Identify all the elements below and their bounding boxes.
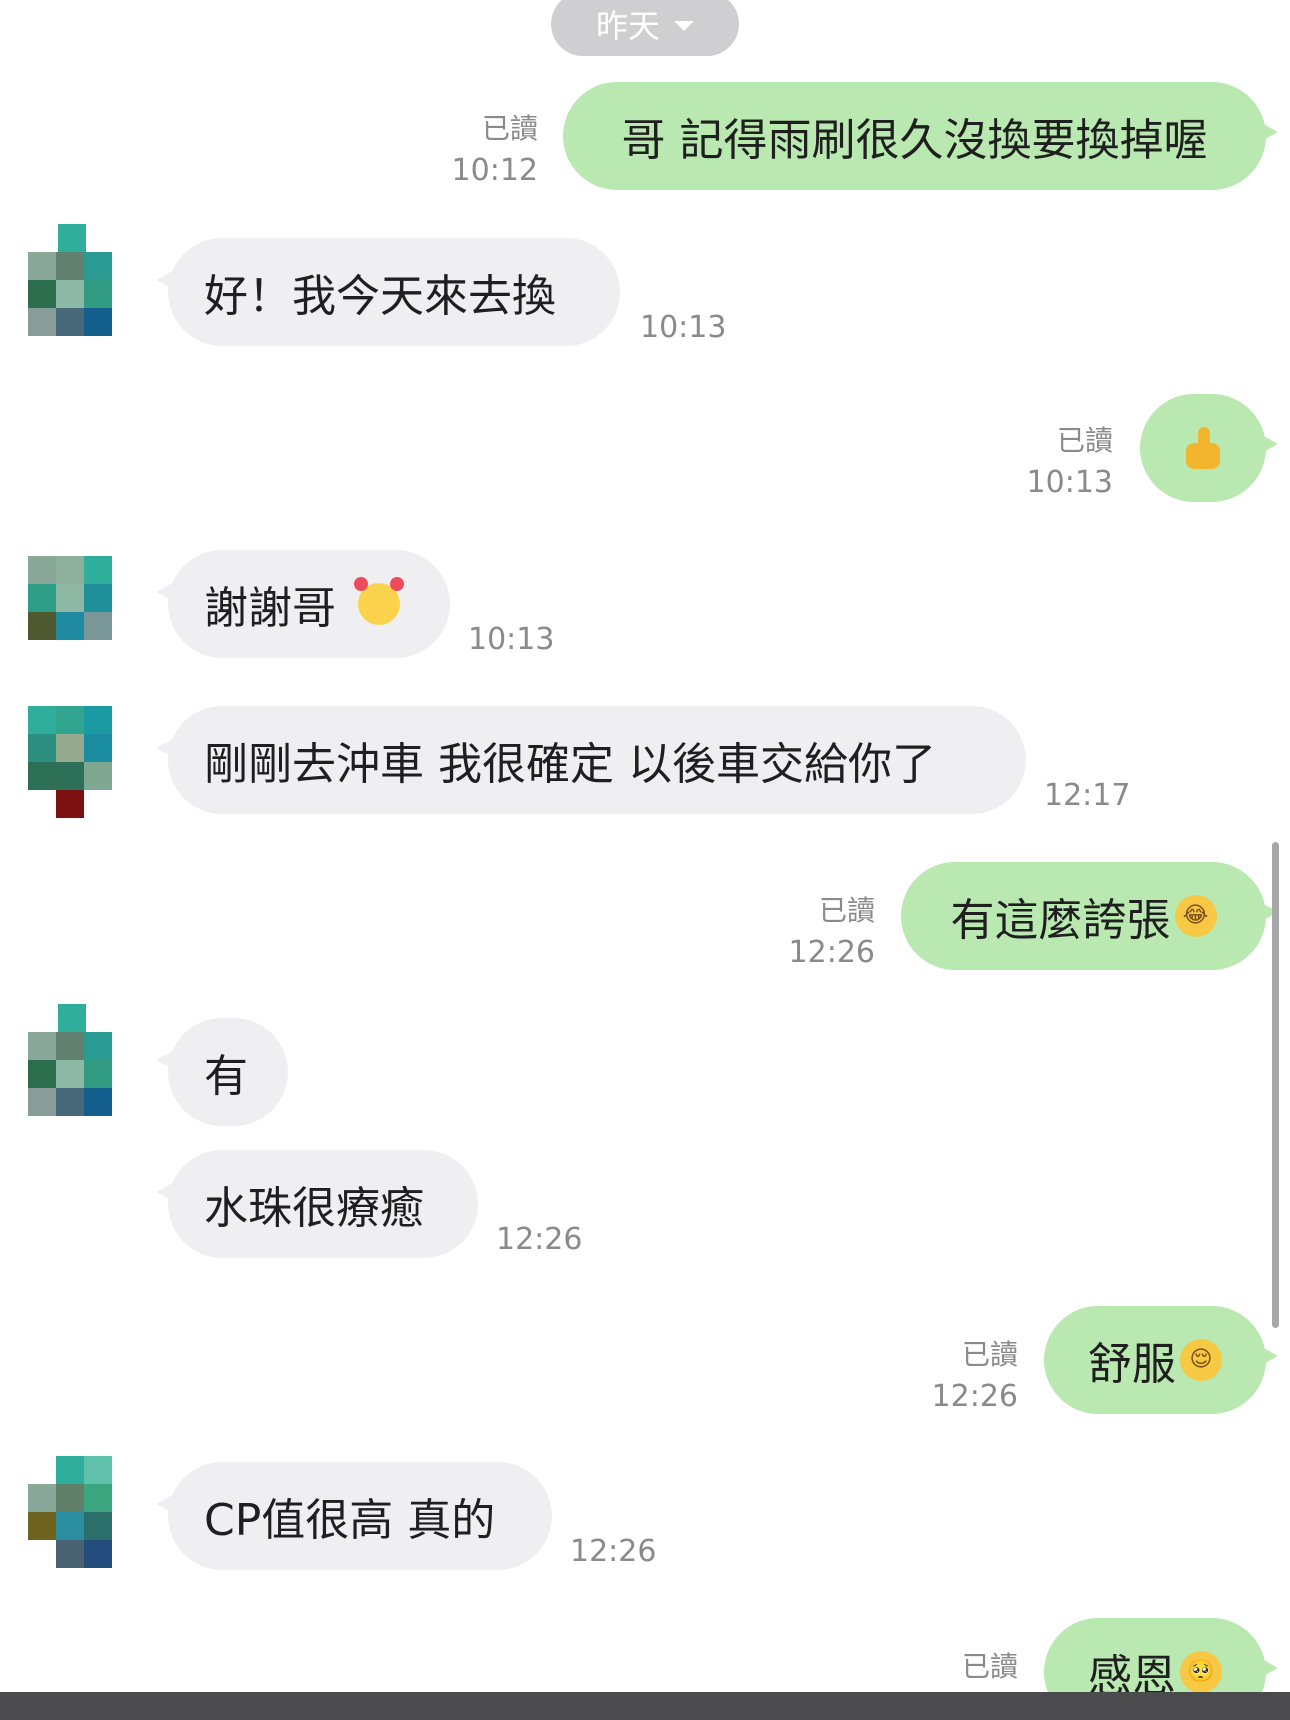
chat-history[interactable]: 昨天 已讀 10:12 哥 記得雨刷很久沒換要換掉喔 好！我今天來去換 10:1…	[0, 0, 1290, 1692]
message-time: 10:12	[451, 153, 538, 188]
love-chick-emoji-icon	[354, 577, 404, 625]
message-text: 謝謝哥	[204, 583, 336, 634]
outgoing-message-bubble[interactable]: 感恩 🥺	[1044, 1618, 1278, 1692]
pleading-face-emoji-icon: 🥺	[1180, 1651, 1222, 1692]
avatar[interactable]	[22, 1456, 122, 1576]
read-receipt: 已讀	[961, 1338, 1018, 1371]
message-text: 水珠很療癒	[204, 1183, 424, 1234]
incoming-message-bubble[interactable]: 剛剛去沖車 我很確定 以後車交給你了	[156, 706, 1026, 814]
message-text: 舒服	[1088, 1339, 1176, 1390]
message-time: 10:13	[640, 310, 727, 345]
message-time: 12:17	[1044, 778, 1131, 813]
message-time: 12:26	[570, 1534, 657, 1569]
message-time: 12:26	[931, 1379, 1018, 1414]
read-receipt: 已讀	[961, 1650, 1018, 1683]
message-text: 哥 記得雨刷很久沒換要換掉喔	[621, 115, 1208, 166]
message-meta: 已讀 12:26	[735, 890, 875, 974]
outgoing-message-bubble[interactable]: 哥 記得雨刷很久沒換要換掉喔	[563, 82, 1278, 190]
scrollbar[interactable]	[1272, 842, 1279, 1328]
message-text: 感恩	[1088, 1651, 1176, 1692]
message-time: 12:26	[496, 1222, 583, 1257]
outgoing-message-bubble[interactable]: 舒服 😌	[1044, 1306, 1278, 1414]
avatar[interactable]	[22, 706, 122, 826]
relieved-face-emoji-icon: 😌	[1180, 1339, 1222, 1381]
incoming-message-bubble[interactable]: 好！我今天來去換	[156, 238, 620, 346]
message-text: CP值很高 真的	[204, 1495, 496, 1546]
date-separator[interactable]: 昨天	[551, 0, 739, 56]
bottom-bar	[0, 1692, 1290, 1720]
thumbs-up-icon	[1180, 425, 1226, 471]
date-separator-label: 昨天	[595, 7, 660, 45]
message-meta: 已讀 10:13	[973, 420, 1113, 504]
outgoing-sticker-bubble[interactable]	[1140, 394, 1278, 502]
chevron-down-icon	[674, 21, 694, 31]
message-text: 好！我今天來去換	[204, 271, 556, 322]
message-text: 有這麼誇張	[950, 895, 1171, 946]
message-meta: 已讀 12:26	[878, 1334, 1018, 1418]
incoming-message-bubble[interactable]: 水珠很療癒	[156, 1150, 478, 1258]
avatar[interactable]	[22, 1004, 122, 1124]
read-receipt: 已讀	[1056, 424, 1113, 457]
avatar[interactable]	[22, 556, 122, 676]
outgoing-message-bubble[interactable]: 有這麼誇張 😂	[901, 862, 1278, 970]
read-receipt: 已讀	[818, 894, 875, 927]
message-text: 有	[204, 1051, 248, 1102]
message-time: 12:26	[788, 935, 875, 970]
read-receipt: 已讀	[481, 112, 538, 145]
incoming-message-bubble[interactable]: CP值很高 真的	[156, 1462, 552, 1570]
message-time: 10:13	[1026, 465, 1113, 500]
message-meta: 已讀	[878, 1646, 1018, 1688]
message-text: 剛剛去沖車 我很確定 以後車交給你了	[204, 739, 936, 790]
tears-of-joy-emoji-icon: 😂	[1174, 895, 1217, 937]
message-time: 10:13	[468, 622, 555, 657]
incoming-message-bubble[interactable]: 謝謝哥	[156, 550, 450, 658]
incoming-message-bubble[interactable]: 有	[156, 1018, 288, 1126]
message-meta: 已讀 10:12	[398, 108, 538, 192]
avatar[interactable]	[22, 224, 122, 344]
